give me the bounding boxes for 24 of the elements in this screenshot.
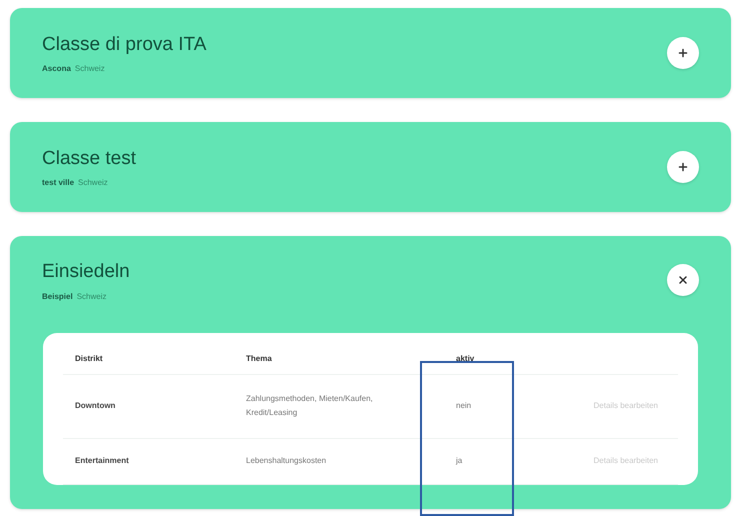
class-title: Classe test — [42, 146, 136, 171]
table-cell-text: Downtown — [74, 400, 116, 412]
expand-button[interactable] — [667, 151, 699, 183]
expand-button[interactable] — [667, 37, 699, 69]
collapse-button[interactable] — [667, 264, 699, 296]
class-meta: Schweiz — [76, 290, 106, 302]
class-title: Classe di prova ITA — [42, 32, 206, 57]
table-cell-text: nein — [455, 400, 472, 412]
class-title: Einsiedeln — [42, 260, 130, 284]
table-cell-text: ja — [454, 455, 464, 467]
column-header: Thema — [246, 353, 273, 365]
plus-icon — [677, 47, 689, 59]
class-subtitle: test ville — [42, 177, 74, 190]
plus-icon — [677, 161, 689, 173]
column-header: aktiv — [455, 353, 476, 365]
class-meta: Schweiz — [74, 63, 105, 76]
class-subtitle: Ascona — [42, 63, 71, 76]
close-icon — [677, 274, 689, 286]
class-meta: Schweiz — [78, 177, 108, 190]
table-cell-text: Lebenshaltungskosten — [246, 455, 328, 467]
table-cell-text: Zahlungsmethoden, Mieten/Kaufen, Kredit/Leasing — [246, 393, 374, 419]
column-header: Distrikt — [74, 353, 104, 365]
table-cell-text: Entertainment — [74, 455, 130, 467]
class-subtitle: Beispiel — [42, 290, 73, 302]
